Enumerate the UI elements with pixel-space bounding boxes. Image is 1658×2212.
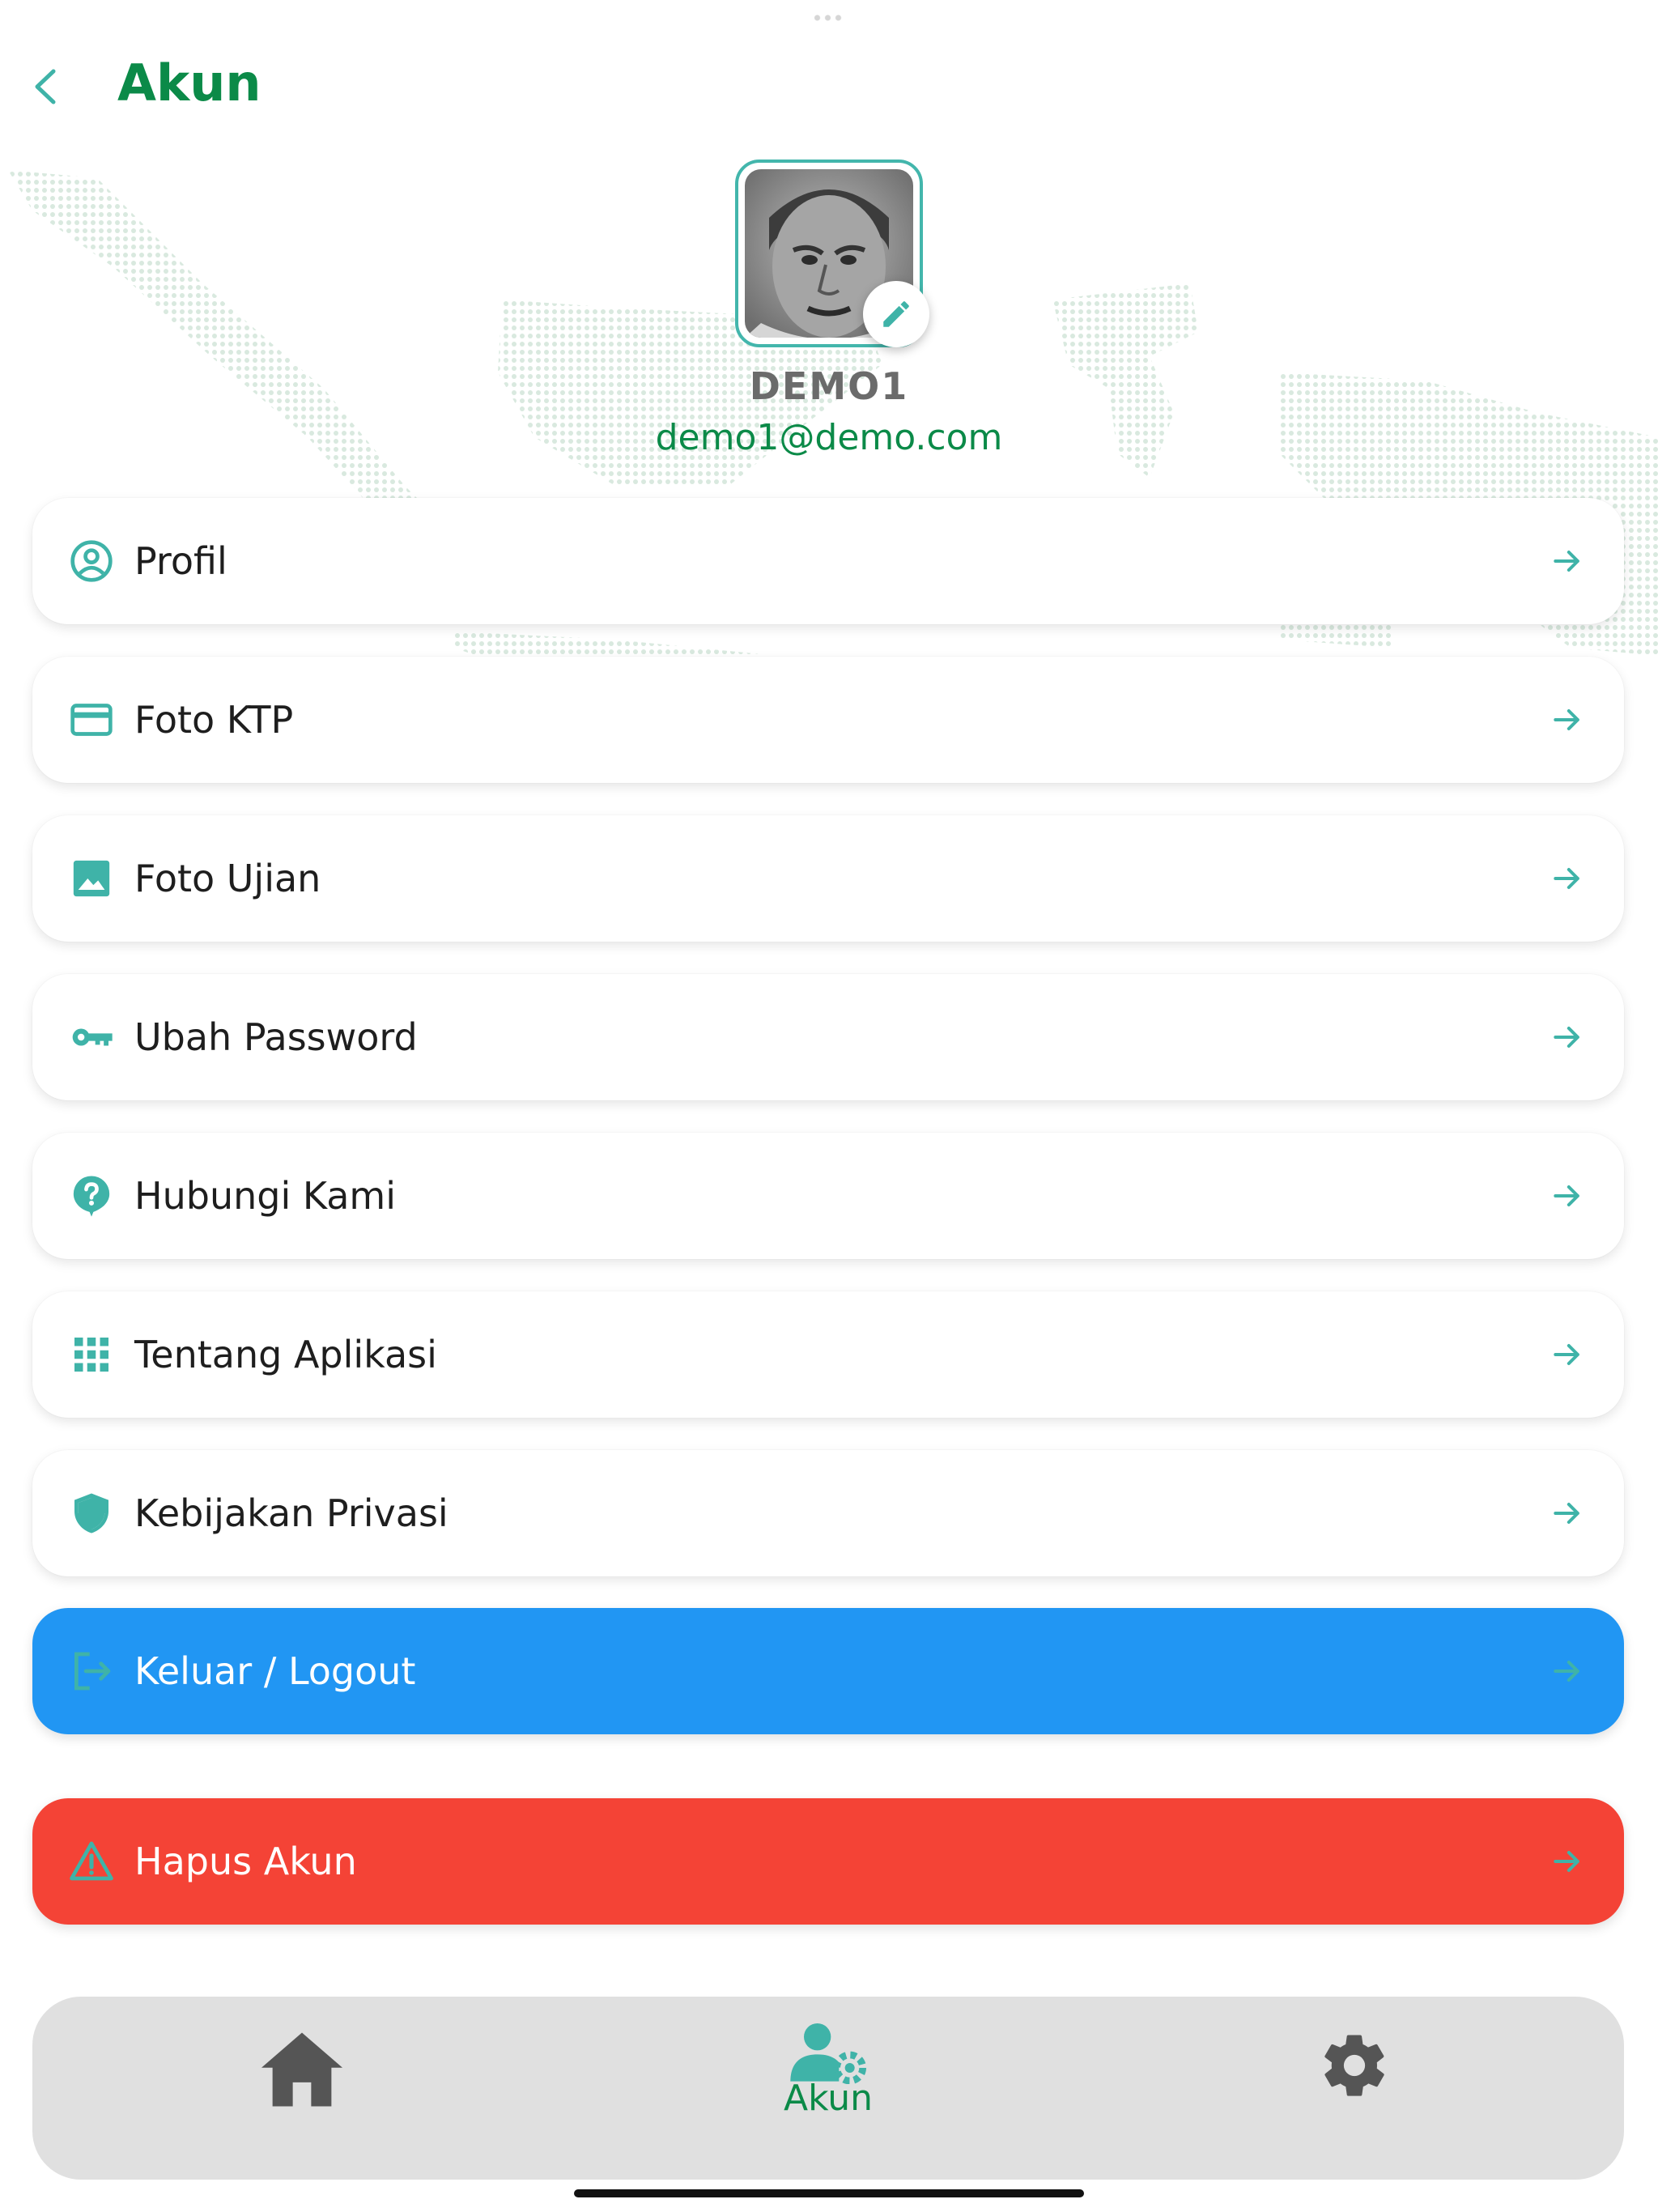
apps-grid-icon (69, 1332, 114, 1377)
logout-button[interactable]: Keluar / Logout (32, 1608, 1624, 1734)
arrow-right-icon (1554, 1660, 1579, 1682)
user-name: DEMO1 (749, 364, 909, 408)
image-icon (69, 856, 114, 901)
edit-avatar-button[interactable] (863, 281, 929, 347)
avatar-container (735, 160, 929, 347)
menu-item-foto-ujian[interactable]: Foto Ujian (32, 815, 1624, 942)
account-circle-icon (69, 538, 114, 584)
logout-icon (69, 1648, 114, 1694)
arrow-right-icon (1554, 1026, 1579, 1049)
delete-account-button[interactable]: Hapus Akun (32, 1798, 1624, 1925)
key-icon (69, 1015, 114, 1060)
shield-icon (69, 1491, 114, 1536)
credit-card-icon (69, 697, 114, 742)
arrow-right-icon (1554, 550, 1579, 572)
user-email: demo1@demo.com (655, 417, 1003, 458)
app-header: Akun (0, 40, 1658, 130)
arrow-right-icon (1554, 1185, 1579, 1207)
help-bubble-icon (69, 1173, 114, 1219)
menu-item-hubungi-kami[interactable]: Hubungi Kami (32, 1133, 1624, 1259)
back-button[interactable] (18, 58, 74, 115)
arrow-right-icon (1554, 1343, 1579, 1366)
menu-item-label: Foto Ujian (134, 857, 321, 900)
top-pager-dots (812, 15, 844, 21)
menu-item-label: Tentang Aplikasi (134, 1333, 437, 1376)
menu-item-tentang-aplikasi[interactable]: Tentang Aplikasi (32, 1291, 1624, 1418)
account-settings-icon (790, 2023, 866, 2084)
arrow-right-icon (1554, 708, 1579, 731)
gear-icon (1324, 2035, 1384, 2096)
menu-item-label: Profil (134, 539, 227, 583)
home-indicator (574, 2189, 1084, 2197)
pencil-icon (883, 301, 909, 327)
menu-item-label: Ubah Password (134, 1015, 418, 1059)
chevron-left-icon (35, 69, 56, 104)
warning-icon (69, 1839, 114, 1884)
nav-item-akun[interactable]: Akun (707, 1997, 950, 2180)
menu-item-label: Hubungi Kami (134, 1174, 396, 1218)
menu-item-profil[interactable]: Profil (32, 498, 1624, 624)
arrow-right-icon (1554, 1850, 1579, 1873)
arrow-right-icon (1554, 867, 1579, 890)
menu-item-ubah-password[interactable]: Ubah Password (32, 974, 1624, 1100)
nav-item-settings[interactable] (1233, 1997, 1476, 2180)
bottom-navigation: Akun (32, 1997, 1624, 2180)
logout-label: Keluar / Logout (134, 1649, 416, 1693)
home-icon (261, 2032, 342, 2107)
page-title: Akun (117, 53, 261, 113)
nav-item-home[interactable] (181, 1997, 423, 2180)
nav-item-label: Akun (784, 2078, 873, 2119)
menu-item-foto-ktp[interactable]: Foto KTP (32, 657, 1624, 783)
menu-item-kebijakan-privasi[interactable]: Kebijakan Privasi (32, 1450, 1624, 1576)
delete-account-label: Hapus Akun (134, 1840, 357, 1883)
arrow-right-icon (1554, 1502, 1579, 1525)
menu-item-label: Foto KTP (134, 698, 294, 742)
menu-item-label: Kebijakan Privasi (134, 1491, 449, 1535)
